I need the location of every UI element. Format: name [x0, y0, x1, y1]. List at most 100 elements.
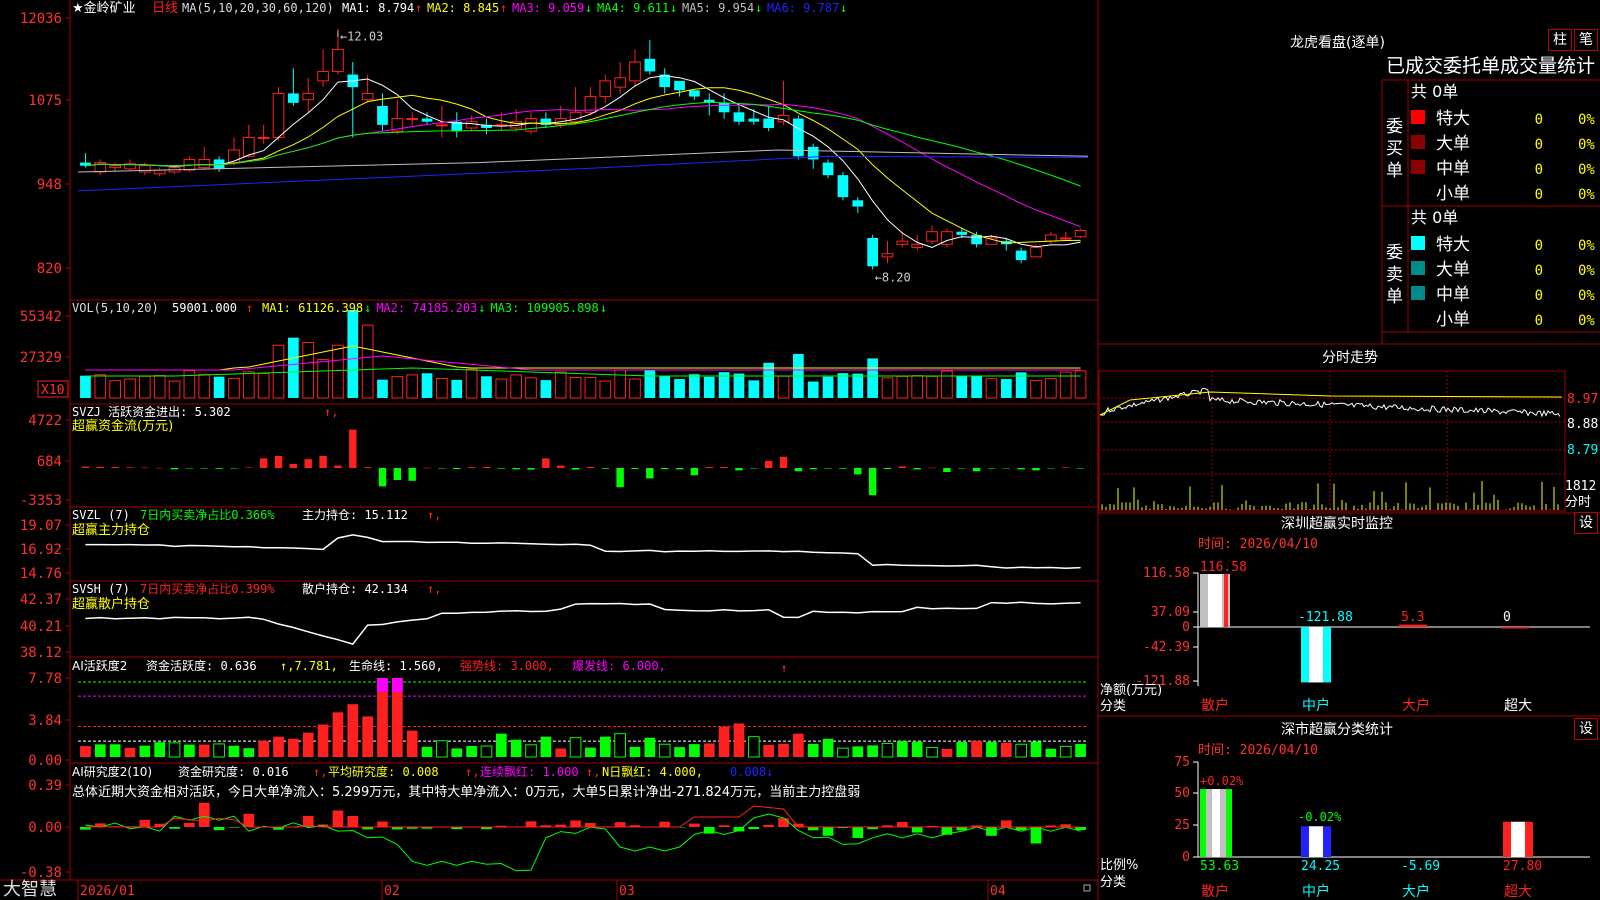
volume-bar-up: [406, 374, 419, 399]
monitor-tick-label: 0: [1182, 620, 1190, 635]
activity-bar-up: [733, 723, 745, 757]
ma-value-4: MA4: 9.611: [597, 1, 669, 15]
vol-ma-arrow-2: ↓: [478, 301, 485, 315]
svzl-tick-label: 14.76: [20, 566, 62, 582]
ai-act-burst: 爆发线: 6.000,: [572, 658, 666, 673]
candle-body-up: [1030, 246, 1042, 258]
flow-bar: [497, 468, 506, 469]
candle-body-up: [629, 61, 641, 82]
activity-bar-down: [1075, 743, 1086, 757]
volume-bar-down: [689, 374, 700, 398]
volume-bar-down: [837, 373, 849, 398]
fenshi-vol-label: 1812: [1565, 479, 1596, 494]
ma-arrow-5: ↓: [755, 1, 762, 15]
sell-row-pct: 0%: [1578, 288, 1595, 304]
volume-bar-up: [599, 380, 612, 399]
volume-bar-down: [288, 337, 299, 398]
flow-bar: [453, 468, 461, 470]
lock-icon: [1083, 884, 1091, 892]
flow-bar: [363, 467, 372, 468]
ma-value-3: MA3: 9.059: [512, 1, 584, 15]
volume-bar-up: [881, 377, 894, 399]
activity-bar-down: [1030, 741, 1042, 757]
class-top-label-0: +0.02%: [1200, 774, 1244, 788]
tick-mode-button[interactable]: 笔: [1574, 29, 1598, 51]
volume-bar-down: [852, 373, 864, 398]
activity-bar-down: [585, 747, 596, 757]
stock-chart-canvas[interactable]: ←12.03 ←8.20 12036 1075 948 820 ★金岭矿业 日线 MA(5,10…: [0, 0, 1600, 900]
research-bar: [822, 827, 834, 836]
fenshi-price-2: 8.88: [1567, 417, 1598, 432]
class-xlabel: 分类: [1100, 875, 1126, 890]
sz-monitor-settings-button[interactable]: 设: [1574, 512, 1598, 534]
class-cat-3: 超大: [1504, 884, 1532, 900]
sell-row-name: 大单: [1436, 260, 1470, 280]
class-tick-label: 25: [1174, 818, 1190, 833]
vol-value: 59001.000: [172, 301, 237, 315]
volume-bar-up: [1074, 370, 1087, 399]
monitor-bar-0-hl: [1208, 574, 1222, 627]
research-bar: [1000, 820, 1012, 827]
flow-bar: [868, 468, 877, 496]
svsh-tick-label: 40.21: [20, 619, 62, 635]
flow-bar: [660, 468, 669, 470]
ma-arrow-3: ↓: [585, 1, 592, 15]
candle-body-down: [837, 175, 849, 198]
volume-bar-down: [748, 380, 760, 398]
candle-body-up: [302, 92, 315, 101]
vol-ma-3: MA3: 109905.898: [490, 301, 598, 315]
ai-res-arrow: ↑,: [313, 765, 327, 779]
candle-body-down: [674, 80, 685, 91]
candle-body-up: [896, 240, 909, 245]
period-label: 日线: [152, 1, 178, 16]
flow-bar: [527, 468, 535, 470]
monitor-value-3: 0: [1503, 610, 1511, 625]
activity-bar-down: [1045, 748, 1057, 757]
flow-bar: [200, 468, 208, 469]
class-time: 时间: 2026/04/10: [1198, 743, 1318, 758]
volume-bar-up: [361, 324, 374, 399]
sz-class-settings-button[interactable]: 设: [1574, 718, 1598, 740]
ai-res-summary: 总体近期大资金相对活跃，今日大单净流入：5.299万元，其中特大单净流入：0万元…: [72, 784, 860, 800]
sell-row-value: 0: [1535, 263, 1543, 279]
flow-bar: [349, 429, 357, 468]
activity-bar-down: [139, 745, 151, 757]
ai-act-tick-label: 7.78: [28, 671, 62, 687]
ai-act-v2: ↑,7.781,: [280, 659, 338, 673]
buy-row-value: 0: [1535, 162, 1543, 178]
buy-row-value: 0: [1535, 187, 1543, 203]
research-bar: [763, 824, 775, 827]
candle-body-up: [361, 92, 374, 101]
flow-bar: [408, 468, 416, 481]
activity-bar-up: [347, 704, 359, 757]
flow-bar: [334, 465, 342, 468]
candle-body-down: [377, 106, 388, 125]
sell-row-pct: 0%: [1578, 313, 1595, 329]
flow-bar: [1017, 468, 1025, 470]
flow-bar: [126, 467, 134, 468]
volume-bar-up: [436, 377, 448, 399]
monitor-cat-3: 超大: [1504, 698, 1532, 714]
flow-bar: [111, 466, 119, 468]
class-bar-0-core: [1212, 789, 1220, 857]
volume-bar-up: [614, 369, 626, 399]
candle-body-up: [109, 165, 121, 169]
fenshi-unit: 分时: [1565, 495, 1591, 510]
candle-body-up: [198, 158, 211, 169]
bar-mode-button[interactable]: 柱: [1548, 29, 1572, 51]
class-tick-label: 50: [1174, 786, 1190, 801]
volume-bar-up: [272, 344, 285, 399]
candle-body-down: [852, 200, 864, 207]
activity-bar-burst: [377, 678, 388, 692]
flow-bar: [319, 456, 327, 468]
activity-bar-down: [495, 733, 507, 757]
candle-body-up: [465, 121, 478, 129]
svzl-desc: 7日内买卖净占比0.366%: [140, 507, 275, 522]
activity-bar-down: [540, 736, 552, 757]
class-value-1: 24.25: [1301, 859, 1340, 874]
activity-bar-hollow: [1059, 745, 1072, 758]
activity-bar-up: [718, 726, 730, 757]
research-bar: [911, 827, 923, 833]
flow-bar: [155, 467, 164, 469]
sell-row-pct: 0%: [1578, 263, 1595, 279]
